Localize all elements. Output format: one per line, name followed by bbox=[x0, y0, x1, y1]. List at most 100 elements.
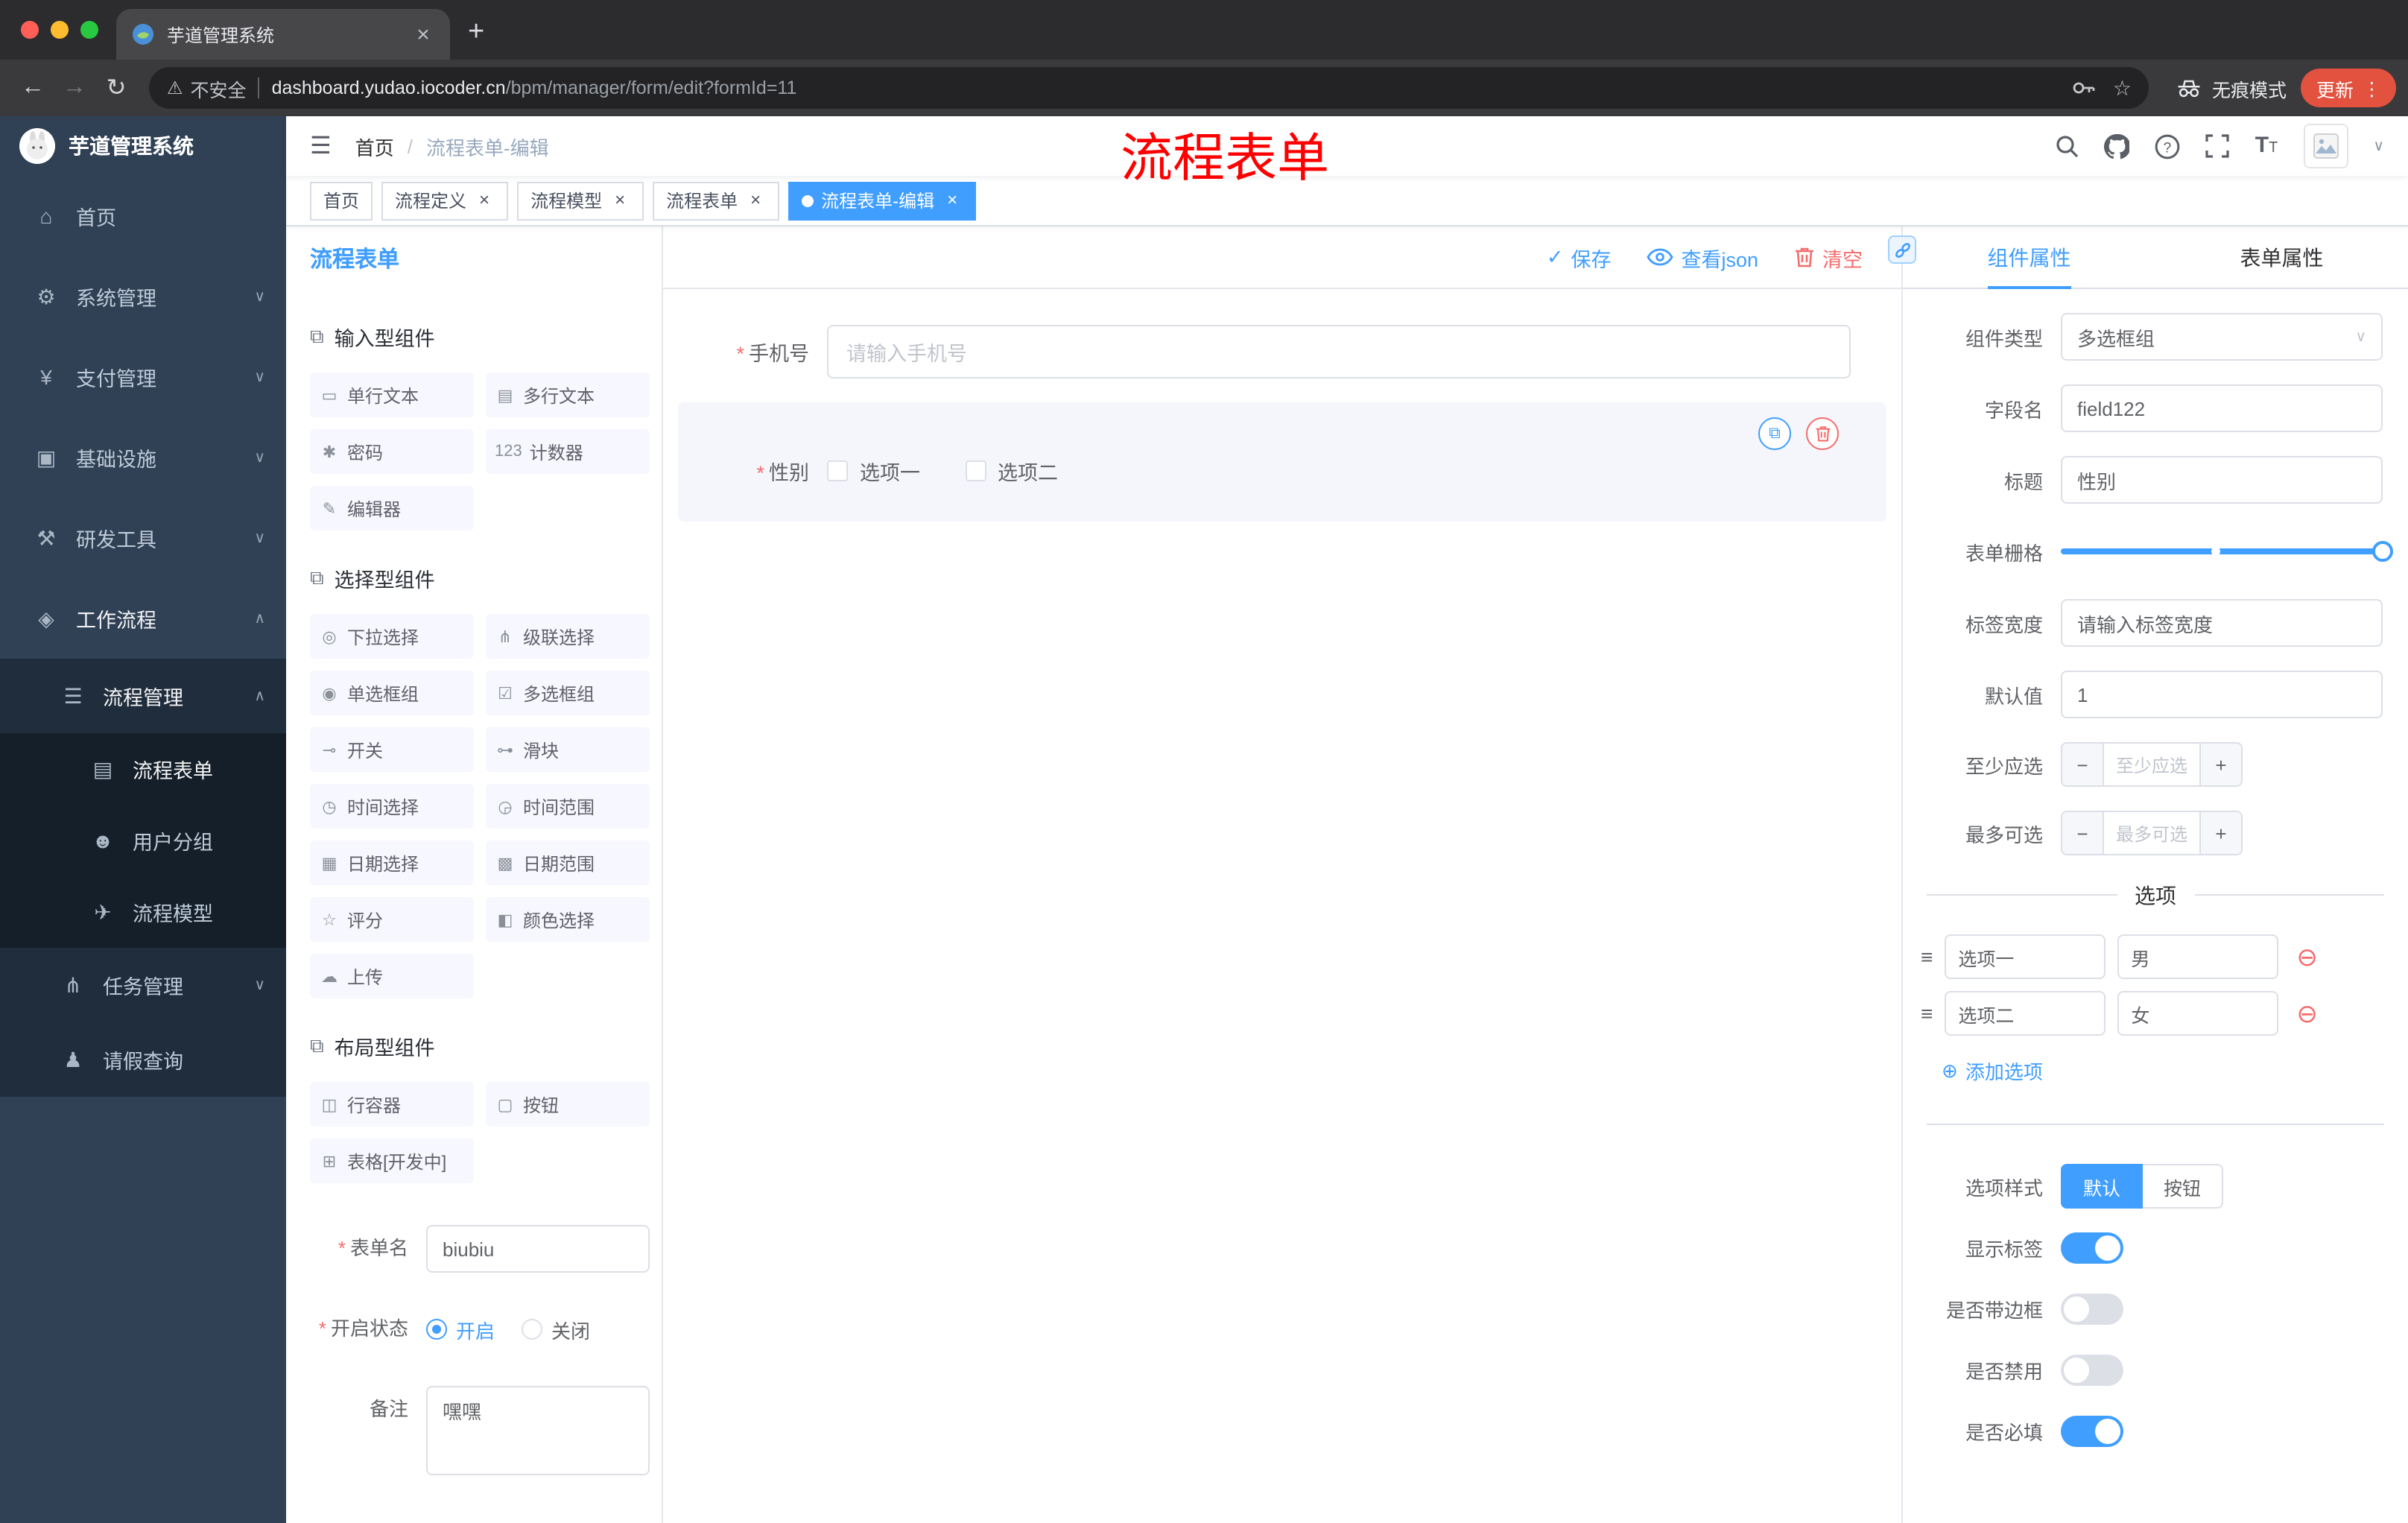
fullscreen-icon[interactable] bbox=[2206, 134, 2230, 158]
canvas-field-gender-selected[interactable]: ⧉ * 性别 选项一 选项二 bbox=[678, 402, 1886, 522]
minus-button[interactable]: − bbox=[2062, 812, 2104, 854]
form-canvas[interactable]: * 手机号 请输入手机号 ⧉ * 性别 选项一 选项二 bbox=[663, 289, 1901, 1523]
save-button[interactable]: ✓ 保存 bbox=[1547, 242, 1612, 272]
option-value-input[interactable]: 男 bbox=[2117, 934, 2279, 979]
palette-item-slider[interactable]: ⊶ 滑块 bbox=[486, 727, 650, 772]
palette-item-rate[interactable]: ☆ 评分 bbox=[310, 897, 474, 942]
palette-item-counter[interactable]: 123 计数器 bbox=[486, 429, 650, 474]
form-grid-slider[interactable] bbox=[2061, 528, 2393, 575]
copy-component-button[interactable]: ⧉ bbox=[1758, 417, 1791, 450]
palette-item-date-picker[interactable]: ▦ 日期选择 bbox=[310, 840, 474, 885]
sidebar-item-leave-query[interactable]: ♟ 请假查询 bbox=[0, 1022, 286, 1097]
tab-close-icon[interactable]: × bbox=[411, 22, 435, 47]
sidebar-item-home[interactable]: ⌂ 首页 bbox=[0, 176, 286, 256]
search-icon[interactable] bbox=[2056, 134, 2079, 158]
disabled-switch[interactable] bbox=[2061, 1355, 2123, 1386]
palette-item-time-range[interactable]: ◶ 时间范围 bbox=[486, 784, 650, 829]
plus-button[interactable]: + bbox=[2199, 744, 2241, 785]
password-key-icon[interactable] bbox=[2071, 76, 2095, 100]
new-tab-button[interactable]: + bbox=[468, 16, 484, 49]
show-label-switch[interactable] bbox=[2061, 1232, 2123, 1264]
palette-item-editor[interactable]: ✎ 编辑器 bbox=[310, 486, 474, 531]
form-remark-textarea[interactable]: 嘿嘿 bbox=[426, 1386, 650, 1475]
tab-component-props[interactable]: 组件属性 bbox=[1903, 227, 2155, 288]
palette-item-date-range[interactable]: ▩ 日期范围 bbox=[486, 840, 650, 885]
tag-close-icon[interactable]: × bbox=[609, 189, 630, 211]
tag-process-form[interactable]: 流程表单 × bbox=[653, 181, 780, 220]
user-avatar[interactable] bbox=[2303, 124, 2348, 168]
window-zoom-button[interactable] bbox=[80, 21, 98, 39]
tag-close-icon[interactable]: × bbox=[745, 189, 766, 211]
add-option-button[interactable]: ⊕ 添加选项 bbox=[1903, 1057, 2408, 1085]
sidebar-item-system[interactable]: ⚙ 系统管理 ∨ bbox=[0, 256, 286, 337]
window-minimize-button[interactable] bbox=[51, 21, 69, 39]
tag-process-definition[interactable]: 流程定义 × bbox=[381, 181, 509, 220]
tag-close-icon[interactable]: × bbox=[942, 189, 963, 211]
field-name-input[interactable]: field122 bbox=[2061, 384, 2383, 432]
sidebar-item-process-form[interactable]: ▤ 流程表单 bbox=[0, 733, 286, 805]
form-name-input[interactable]: biubiu bbox=[426, 1225, 650, 1273]
default-value-input[interactable]: 1 bbox=[2061, 671, 2383, 718]
option-label-input[interactable]: 选项二 bbox=[1945, 991, 2106, 1036]
avatar-chevron-down-icon[interactable]: ∨ bbox=[2373, 138, 2384, 154]
browser-menu-kebab-icon[interactable]: ⋮ bbox=[2363, 77, 2381, 99]
bookmark-star-icon[interactable]: ☆ bbox=[2113, 75, 2132, 101]
sidebar-item-workflow[interactable]: ◈ 工作流程 ∧ bbox=[0, 578, 286, 659]
component-type-select[interactable]: 多选框组 ∨ bbox=[2061, 313, 2383, 361]
sidebar-item-devtools[interactable]: ⚒ 研发工具 ∨ bbox=[0, 498, 286, 578]
address-bar[interactable]: ⚠ 不安全 dashboard.yudao.iocoder.cn /bpm/ma… bbox=[149, 67, 2149, 109]
slider-handle[interactable] bbox=[2372, 541, 2393, 562]
browser-update-button[interactable]: 更新 ⋮ bbox=[2301, 69, 2396, 107]
clear-button[interactable]: 清空 bbox=[1794, 242, 1863, 272]
drag-handle-icon[interactable]: ≡ bbox=[1921, 1001, 1933, 1025]
tag-process-form-edit-active[interactable]: 流程表单-编辑 × bbox=[788, 181, 977, 220]
required-switch[interactable] bbox=[2061, 1416, 2123, 1447]
border-switch[interactable] bbox=[2061, 1294, 2123, 1325]
option-label-input[interactable]: 选项一 bbox=[1945, 934, 2106, 979]
tag-close-icon[interactable]: × bbox=[474, 189, 495, 211]
plus-button[interactable]: + bbox=[2199, 812, 2241, 854]
palette-item-single-line[interactable]: ▭ 单行文本 bbox=[310, 373, 474, 417]
delete-component-button[interactable] bbox=[1806, 417, 1839, 450]
browser-tab[interactable]: 芋道管理系统 × bbox=[116, 9, 450, 60]
view-json-button[interactable]: 查看json bbox=[1647, 242, 1758, 272]
sidebar-item-payment[interactable]: ¥ 支付管理 ∨ bbox=[0, 337, 286, 417]
min-select-input[interactable]: 至少应选 bbox=[2104, 744, 2199, 785]
remove-option-icon[interactable]: ⊖ bbox=[2296, 1001, 2318, 1026]
back-button[interactable]: ← bbox=[12, 67, 54, 109]
minus-button[interactable]: − bbox=[2062, 744, 2104, 785]
gender-option-2-checkbox[interactable]: 选项二 bbox=[965, 456, 1058, 486]
label-width-input[interactable]: 请输入标签宽度 bbox=[2061, 599, 2383, 647]
status-off-radio[interactable]: 关闭 bbox=[522, 1315, 590, 1343]
sidebar-toggle-icon[interactable]: ☰ bbox=[310, 131, 332, 161]
max-select-input[interactable]: 最多可选 bbox=[2104, 812, 2199, 854]
security-label[interactable]: 不安全 bbox=[191, 74, 247, 102]
palette-item-row-container[interactable]: ◫ 行容器 bbox=[310, 1082, 474, 1127]
tag-process-model[interactable]: 流程模型 × bbox=[517, 181, 644, 220]
palette-item-button[interactable]: ▢ 按钮 bbox=[486, 1082, 650, 1127]
link-handle-icon[interactable] bbox=[1888, 235, 1916, 264]
canvas-field-phone[interactable]: * 手机号 请输入手机号 bbox=[678, 325, 1886, 379]
palette-item-color-picker[interactable]: ◧ 颜色选择 bbox=[486, 897, 650, 942]
tab-form-props[interactable]: 表单属性 bbox=[2155, 227, 2408, 288]
palette-item-radio-group[interactable]: ◉ 单选框组 bbox=[310, 671, 474, 715]
sidebar-item-process-model[interactable]: ✈ 流程模型 bbox=[0, 876, 286, 948]
window-close-button[interactable] bbox=[21, 21, 39, 39]
palette-item-switch[interactable]: ⊸ 开关 bbox=[310, 727, 474, 772]
palette-item-time-picker[interactable]: ◷ 时间选择 bbox=[310, 784, 474, 829]
github-icon[interactable] bbox=[2104, 133, 2130, 159]
sidebar-item-task-mgmt[interactable]: ⋔ 任务管理 ∨ bbox=[0, 948, 286, 1022]
forward-button[interactable]: → bbox=[54, 67, 95, 109]
style-default-button[interactable]: 默认 bbox=[2061, 1164, 2144, 1209]
reload-button[interactable]: ↻ bbox=[95, 67, 137, 109]
palette-item-cascader[interactable]: ⋔ 级联选择 bbox=[486, 614, 650, 659]
palette-item-table[interactable]: ⊞ 表格[开发中] bbox=[310, 1139, 474, 1183]
font-size-icon[interactable]: TT bbox=[2255, 133, 2278, 159]
tag-home[interactable]: 首页 bbox=[310, 181, 373, 220]
remove-option-icon[interactable]: ⊖ bbox=[2296, 944, 2318, 969]
palette-item-select[interactable]: ◎ 下拉选择 bbox=[310, 614, 474, 659]
palette-item-password[interactable]: ✱ 密码 bbox=[310, 429, 474, 474]
status-on-radio[interactable]: 开启 bbox=[426, 1315, 495, 1343]
style-button-button[interactable]: 按钮 bbox=[2143, 1164, 2224, 1209]
help-icon[interactable]: ? bbox=[2155, 133, 2181, 159]
